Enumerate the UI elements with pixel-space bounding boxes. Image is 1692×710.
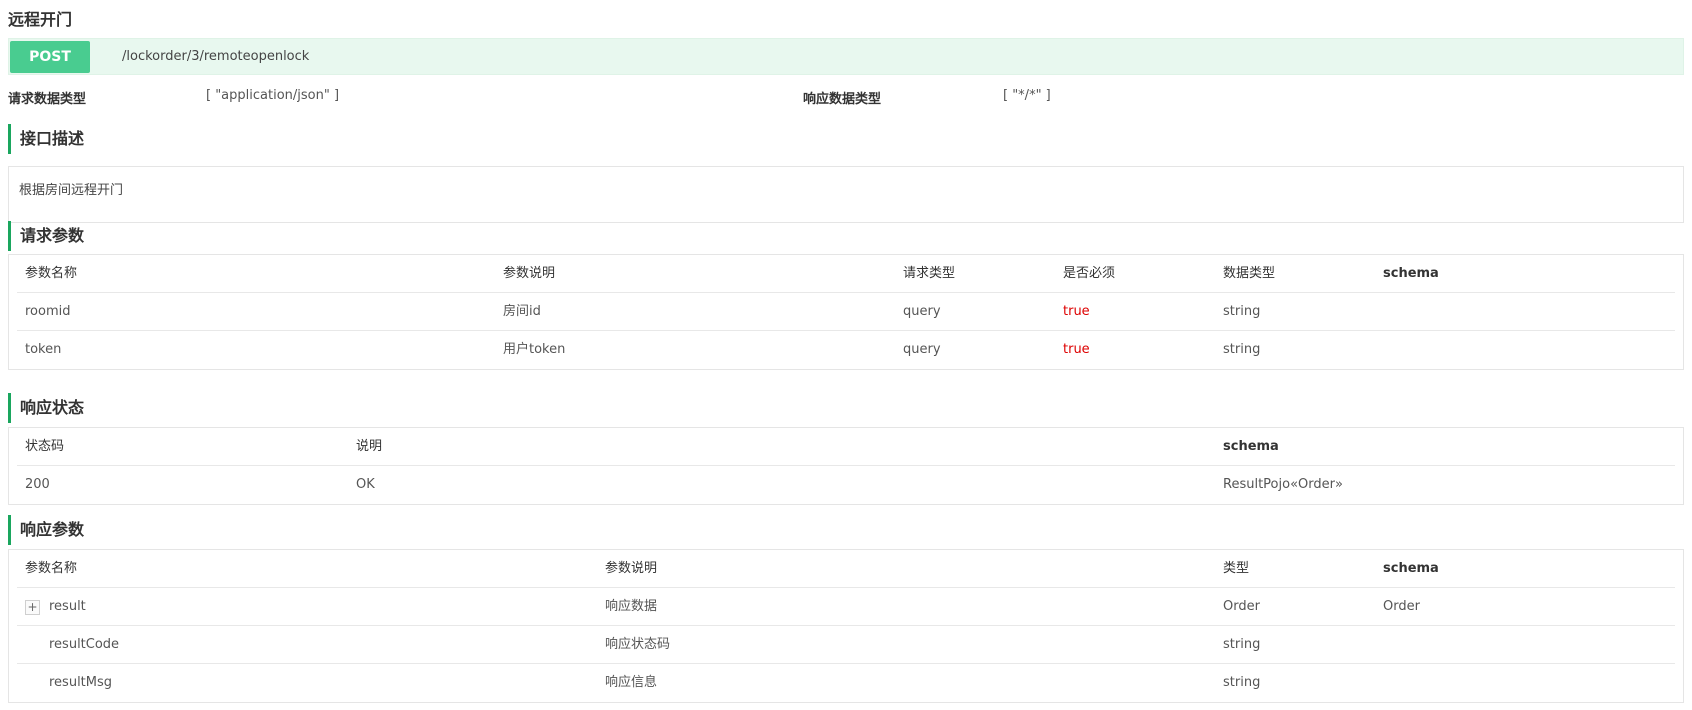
response-content-type: 响应数据类型 <box>803 88 881 107</box>
header-cell: schema <box>1223 439 1279 454</box>
expand-row-button[interactable]: + <box>25 600 40 615</box>
header-cell: 参数说明 <box>503 266 556 281</box>
response-field-description: 响应状态码 <box>605 637 671 652</box>
response-field-description: 响应信息 <box>605 675 658 690</box>
param-description: 用户token <box>503 342 566 357</box>
request-params-table: 参数名称 参数说明 请求类型 是否必须 数据类型 schema roomid 房… <box>8 254 1684 370</box>
table-header-row: 参数名称 参数说明 类型 schema <box>17 550 1675 588</box>
table-row: resultCode 响应状态码 string <box>17 626 1675 664</box>
param-in: query <box>903 304 941 319</box>
header-cell: 参数名称 <box>25 561 78 576</box>
param-description: 房间id <box>503 304 541 319</box>
header-cell: schema <box>1383 561 1439 576</box>
response-status-table: 状态码 说明 schema 200 OK ResultPojo«Order» <box>8 427 1684 505</box>
header-cell: 请求类型 <box>903 266 956 281</box>
description-box: 根据房间远程开门 <box>8 166 1684 223</box>
request-content-type-value: [ "application/json" ] <box>206 88 340 103</box>
header-cell: 类型 <box>1223 561 1250 576</box>
endpoint-path: /lockorder/3/remoteopenlock <box>122 49 310 64</box>
param-type: string <box>1223 342 1261 357</box>
header-cell: 状态码 <box>25 439 65 454</box>
status-code: 200 <box>25 477 50 492</box>
table-row: resultMsg 响应信息 string <box>17 664 1675 702</box>
table-header-row: 状态码 说明 schema <box>17 428 1675 466</box>
header-cell: 数据类型 <box>1223 266 1276 281</box>
operation-title: 远程开门 <box>8 10 73 29</box>
request-content-type-label: 请求数据类型 <box>8 92 87 107</box>
status-schema: ResultPojo«Order» <box>1223 477 1343 492</box>
response-field-type: Order <box>1223 599 1260 614</box>
response-content-type-value: [ "*/*" ] <box>1003 88 1051 103</box>
table-row: 200 OK ResultPojo«Order» <box>17 466 1675 504</box>
response-field-type: string <box>1223 637 1261 652</box>
response-status-section-title: 响应状态 <box>8 393 84 423</box>
api-operation-page: 远程开门 POST /lockorder/3/remoteopenlock 请求… <box>0 0 1692 710</box>
header-cell: 说明 <box>356 439 383 454</box>
response-content-type-value-wrap: [ "*/*" ] <box>1003 88 1051 103</box>
table-row: token 用户token query true string <box>17 331 1675 369</box>
param-in: query <box>903 342 941 357</box>
response-content-type-label: 响应数据类型 <box>803 92 882 107</box>
request-content-type: 请求数据类型 <box>8 88 86 107</box>
description-text: 根据房间远程开门 <box>19 183 124 198</box>
response-field-name: resultMsg <box>49 675 113 690</box>
method-bar: POST /lockorder/3/remoteopenlock <box>8 38 1684 75</box>
response-field-schema: Order <box>1383 599 1420 614</box>
description-section-title: 接口描述 <box>8 124 84 154</box>
response-params-table: 参数名称 参数说明 类型 schema + result 响应数据 Order … <box>8 549 1684 703</box>
header-cell: 是否必须 <box>1063 266 1116 281</box>
table-header-row: 参数名称 参数说明 请求类型 是否必须 数据类型 schema <box>17 255 1675 293</box>
param-name: token <box>25 342 62 357</box>
method-badge: POST <box>10 41 90 73</box>
table-row: + result 响应数据 Order Order <box>17 588 1675 626</box>
header-cell: 参数说明 <box>605 561 658 576</box>
request-params-section-title: 请求参数 <box>8 221 84 251</box>
param-name: roomid <box>25 304 71 319</box>
request-content-type-value-wrap: [ "application/json" ] <box>206 88 339 103</box>
header-cell: schema <box>1383 266 1439 281</box>
response-params-section-title: 响应参数 <box>8 515 84 545</box>
response-field-description: 响应数据 <box>605 599 658 614</box>
param-required: true <box>1063 342 1090 357</box>
header-cell: 参数名称 <box>25 266 78 281</box>
status-description: OK <box>356 477 375 492</box>
param-required: true <box>1063 304 1090 319</box>
response-field-type: string <box>1223 675 1261 690</box>
param-type: string <box>1223 304 1261 319</box>
response-field-name: result <box>49 599 86 614</box>
response-field-name: resultCode <box>49 637 120 652</box>
table-row: roomid 房间id query true string <box>17 293 1675 331</box>
